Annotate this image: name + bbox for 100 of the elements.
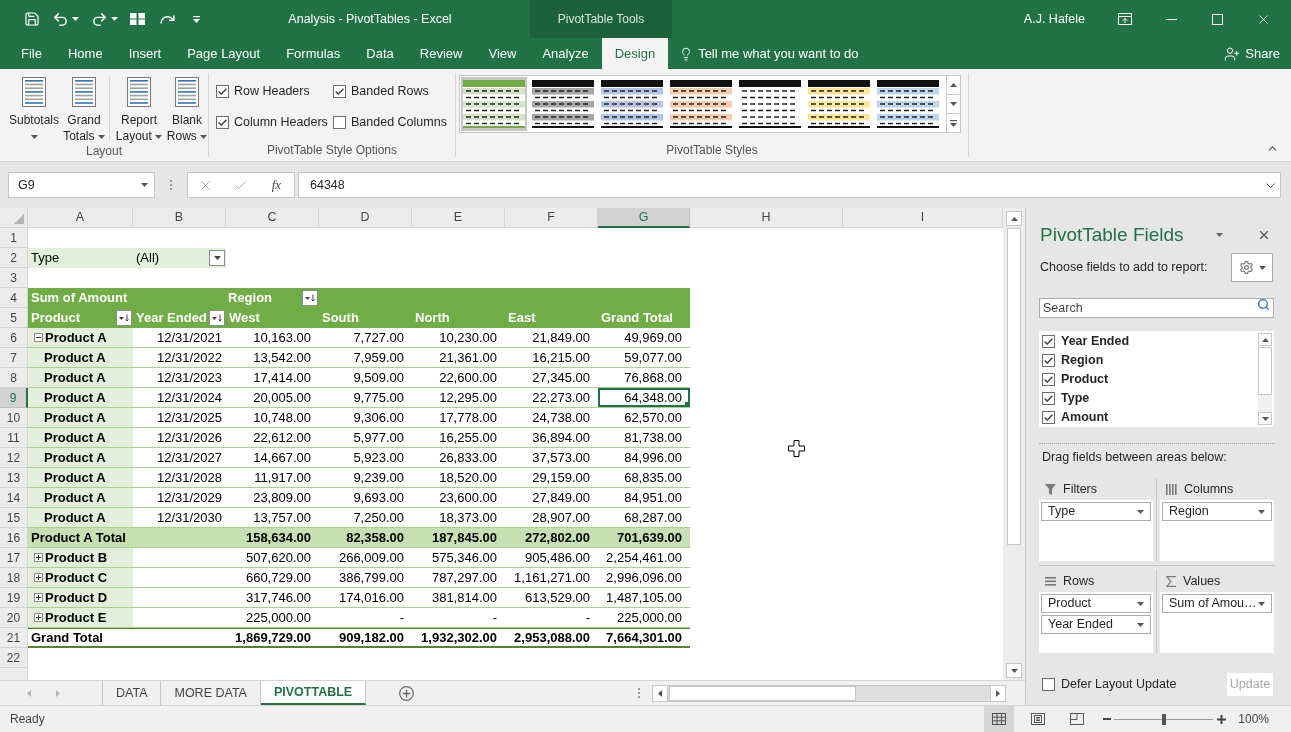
row-header[interactable]: 15: [0, 508, 28, 528]
row-header[interactable]: 13: [0, 468, 28, 488]
share-button[interactable]: Share: [1224, 38, 1280, 69]
row-header[interactable]: 20: [0, 608, 28, 628]
scroll-arrow-button[interactable]: [1258, 412, 1272, 425]
row-header[interactable]: 12: [0, 448, 28, 468]
scrollbar-thumb[interactable]: [1007, 228, 1021, 545]
row-header[interactable]: 10: [0, 408, 28, 428]
insert-function-button[interactable]: fx: [271, 175, 281, 195]
page-break-icon[interactable]: [1070, 713, 1085, 725]
plus-circle-icon[interactable]: [399, 685, 415, 701]
row-header[interactable]: 11: [0, 428, 28, 448]
row-header[interactable]: 21: [0, 628, 28, 648]
field-chip[interactable]: Sum of Amou…: [1162, 594, 1272, 613]
checkbox[interactable]: [1042, 678, 1055, 691]
maximize-icon[interactable]: [1211, 13, 1223, 25]
table-style-option[interactable]: [530, 77, 596, 131]
scrollbar-thumb[interactable]: [669, 685, 856, 701]
minus-icon[interactable]: [1103, 718, 1112, 720]
ribbon-tab[interactable]: View: [475, 38, 530, 69]
plus-box-icon[interactable]: [34, 593, 43, 602]
row-header[interactable]: 18: [0, 568, 28, 588]
save-icon[interactable]: [24, 11, 40, 27]
ribbon-display-icon[interactable]: [1118, 13, 1132, 25]
ribbon-tab[interactable]: File: [8, 38, 55, 69]
search-field[interactable]: Search: [1039, 298, 1274, 318]
checkbox[interactable]: [333, 115, 346, 129]
grid-icon[interactable]: [992, 713, 1007, 725]
settings-button[interactable]: [1231, 253, 1273, 282]
column-header[interactable]: H: [690, 208, 843, 228]
ribbon-button[interactable]: Report Layout: [112, 77, 166, 144]
column-header[interactable]: D: [319, 208, 412, 228]
row-header[interactable]: 8: [0, 368, 28, 388]
row-header[interactable]: 4: [0, 288, 28, 308]
row-header[interactable]: 19: [0, 588, 28, 608]
plus-icon[interactable]: [1217, 714, 1227, 724]
ribbon-button[interactable]: Grand Totals: [61, 77, 107, 144]
scroll-arrow-button[interactable]: [1258, 333, 1272, 346]
row-header[interactable]: 6: [0, 328, 28, 348]
scrollbar-thumb[interactable]: [1258, 347, 1272, 395]
ribbon-tab[interactable]: Data: [353, 38, 407, 69]
checkbox[interactable]: [216, 115, 229, 129]
scroll-arrow-button[interactable]: [990, 685, 1005, 701]
filter-button[interactable]: [302, 290, 318, 306]
filter-button[interactable]: [116, 310, 132, 326]
table-style-option[interactable]: [599, 77, 665, 131]
ribbon-button[interactable]: Subtotals: [7, 77, 61, 144]
customize-menu-icon[interactable]: [193, 15, 200, 23]
column-header[interactable]: A: [28, 208, 133, 228]
ribbon-tab[interactable]: Home: [54, 38, 116, 69]
minimize-icon[interactable]: [1165, 18, 1177, 20]
close-icon[interactable]: [1257, 228, 1271, 242]
checkbox[interactable]: [1042, 354, 1055, 367]
table-style-option[interactable]: [668, 77, 734, 131]
column-header[interactable]: F: [505, 208, 598, 228]
caret-icon[interactable]: [1216, 233, 1223, 237]
checkbox[interactable]: [1042, 335, 1055, 348]
field-chip[interactable]: Year Ended: [1041, 615, 1151, 634]
ribbon-tab[interactable]: Design: [601, 38, 669, 69]
ribbon-button[interactable]: Blank Rows: [166, 77, 208, 144]
row-header[interactable]: 14: [0, 488, 28, 508]
ribbon-tab[interactable]: Analyze: [529, 38, 602, 69]
name-box[interactable]: G9: [8, 172, 155, 198]
table-style-option[interactable]: [875, 77, 941, 131]
column-header[interactable]: I: [843, 208, 1003, 228]
row-header[interactable]: 16: [0, 528, 28, 548]
row-header[interactable]: 17: [0, 548, 28, 568]
ribbon-tab[interactable]: Review: [406, 38, 476, 69]
scroll-arrow-button[interactable]: [1006, 211, 1022, 226]
column-header[interactable]: G: [598, 208, 690, 228]
row-header[interactable]: 3: [0, 268, 28, 288]
redo-icon[interactable]: [91, 10, 108, 28]
undo-icon[interactable]: [52, 10, 69, 28]
row-header[interactable]: 9: [0, 388, 28, 408]
view-button[interactable]: [984, 706, 1015, 732]
caret-icon[interactable]: [111, 17, 118, 21]
slider-thumb[interactable]: [1161, 714, 1166, 725]
row-header[interactable]: 22: [0, 648, 28, 668]
row-header[interactable]: 5: [0, 308, 28, 328]
column-header[interactable]: E: [412, 208, 505, 228]
grid-icon[interactable]: [130, 13, 145, 25]
plus-box-icon[interactable]: [34, 573, 43, 582]
checkbox[interactable]: [216, 84, 229, 98]
table-style-option[interactable]: [461, 77, 527, 131]
checkbox[interactable]: [1042, 411, 1055, 424]
table-style-option[interactable]: [737, 77, 803, 131]
formula-input[interactable]: 64348: [298, 172, 1281, 198]
scroll-arrow-button[interactable]: [653, 685, 668, 701]
field-chip[interactable]: Region: [1162, 502, 1272, 521]
dropdown-button[interactable]: [209, 250, 225, 266]
field-chip[interactable]: Type: [1041, 502, 1151, 521]
row-header[interactable]: 7: [0, 348, 28, 368]
row-header[interactable]: 2: [0, 248, 28, 268]
plus-box-icon[interactable]: [34, 553, 43, 562]
scroll-arrow-button[interactable]: [1006, 663, 1022, 678]
tell-me-field[interactable]: Tell me what you want to do: [698, 43, 899, 64]
table-style-option[interactable]: [806, 77, 872, 131]
plus-box-icon[interactable]: [34, 613, 43, 622]
row-header[interactable]: 1: [0, 228, 28, 248]
minus-box-icon[interactable]: [34, 333, 43, 342]
